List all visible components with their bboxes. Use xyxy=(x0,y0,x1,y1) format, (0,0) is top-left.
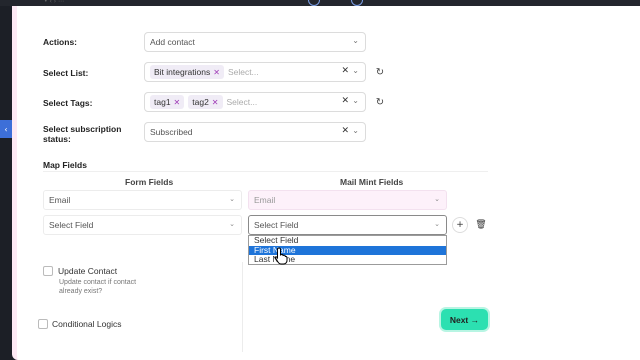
hand-cursor-icon xyxy=(274,247,288,265)
actions-label: Actions: xyxy=(43,37,77,47)
status-label-line2: status: xyxy=(43,134,71,144)
actions-select[interactable]: Add contact ⌄ xyxy=(144,32,366,52)
form-field-select[interactable]: Email ⌄ xyxy=(43,190,242,210)
form-field-value: Email xyxy=(49,195,71,205)
update-contact-hint: Update contact if contact already exist? xyxy=(59,279,137,295)
tags-label: Select Tags: xyxy=(43,98,93,108)
remove-chip-icon[interactable]: ✕ xyxy=(213,68,220,77)
status-select-value: Subscribed xyxy=(150,127,193,137)
conditional-logics-checkbox[interactable] xyxy=(38,319,48,329)
chevron-down-icon: ⌄ xyxy=(352,126,359,135)
chevron-down-icon: ⌄ xyxy=(352,66,359,75)
chevron-down-icon: ⌄ xyxy=(434,195,440,203)
mail-field-value: Email xyxy=(254,195,276,205)
mail-field-select[interactable]: Select Field ⌄ xyxy=(248,215,447,235)
clear-icon[interactable]: ✕ xyxy=(341,96,349,106)
clear-icon[interactable]: ✕ xyxy=(341,126,349,136)
divider xyxy=(242,262,243,352)
list-label: Select List: xyxy=(43,68,89,78)
update-contact-checkbox[interactable] xyxy=(43,266,53,276)
tags-select[interactable]: tag1 ✕ tag2 ✕ Select... ✕ ⌄ xyxy=(144,92,366,112)
remove-chip-icon[interactable]: ✕ xyxy=(212,98,219,107)
mail-mint-fields-header: Mail Mint Fields xyxy=(340,177,404,187)
tag-chip-label: tag2 xyxy=(192,97,209,107)
add-field-icon[interactable]: + xyxy=(452,217,468,233)
next-button[interactable]: Next → xyxy=(441,309,488,330)
refresh-tags-icon[interactable]: ↻ xyxy=(373,95,387,109)
form-fields-header: Form Fields xyxy=(125,177,174,187)
chevron-down-icon: ⌄ xyxy=(434,220,440,228)
map-fields-title: Map Fields xyxy=(43,160,87,170)
refresh-list-icon[interactable]: ↻ xyxy=(373,65,387,79)
clear-icon[interactable]: ✕ xyxy=(341,66,349,76)
list-chip: Bit integrations ✕ xyxy=(150,65,224,79)
form-field-value: Select Field xyxy=(49,220,94,230)
list-chip-label: Bit integrations xyxy=(154,67,211,77)
actions-select-value: Add contact xyxy=(150,37,195,47)
remove-chip-icon[interactable]: ✕ xyxy=(174,98,181,107)
chevron-down-icon: ⌄ xyxy=(352,96,359,105)
tags-placeholder: Select... xyxy=(226,97,258,107)
integration-panel xyxy=(12,6,640,360)
tag-chip-label: tag1 xyxy=(154,97,171,107)
mail-field-select: Email ⌄ xyxy=(248,190,447,210)
chevron-down-icon: ⌄ xyxy=(352,36,359,45)
collapse-arrow-icon[interactable]: ‹ xyxy=(0,120,12,138)
conditional-logics-label: Conditional Logics xyxy=(52,319,122,329)
mail-field-value: Select Field xyxy=(254,220,299,230)
chevron-down-icon: ⌄ xyxy=(229,195,235,203)
update-contact-label: Update Contact xyxy=(58,266,118,276)
window-controls-icon: • ‹ › ⋯ xyxy=(44,0,65,5)
list-select[interactable]: Bit integrations ✕ Select... ✕ ⌄ xyxy=(144,62,366,82)
list-placeholder: Select... xyxy=(227,67,259,77)
form-field-select[interactable]: Select Field ⌄ xyxy=(43,215,242,235)
chevron-down-icon: ⌄ xyxy=(229,220,235,228)
status-label-line1: Select subscription xyxy=(43,124,122,134)
delete-field-icon[interactable]: 🗑 xyxy=(473,217,489,233)
tag-chip: tag2 ✕ xyxy=(188,95,223,109)
divider xyxy=(43,171,488,172)
tag-chip: tag1 ✕ xyxy=(150,95,185,109)
status-select[interactable]: Subscribed ✕ ⌄ xyxy=(144,122,366,142)
status-label: Select subscription status: xyxy=(43,124,121,144)
